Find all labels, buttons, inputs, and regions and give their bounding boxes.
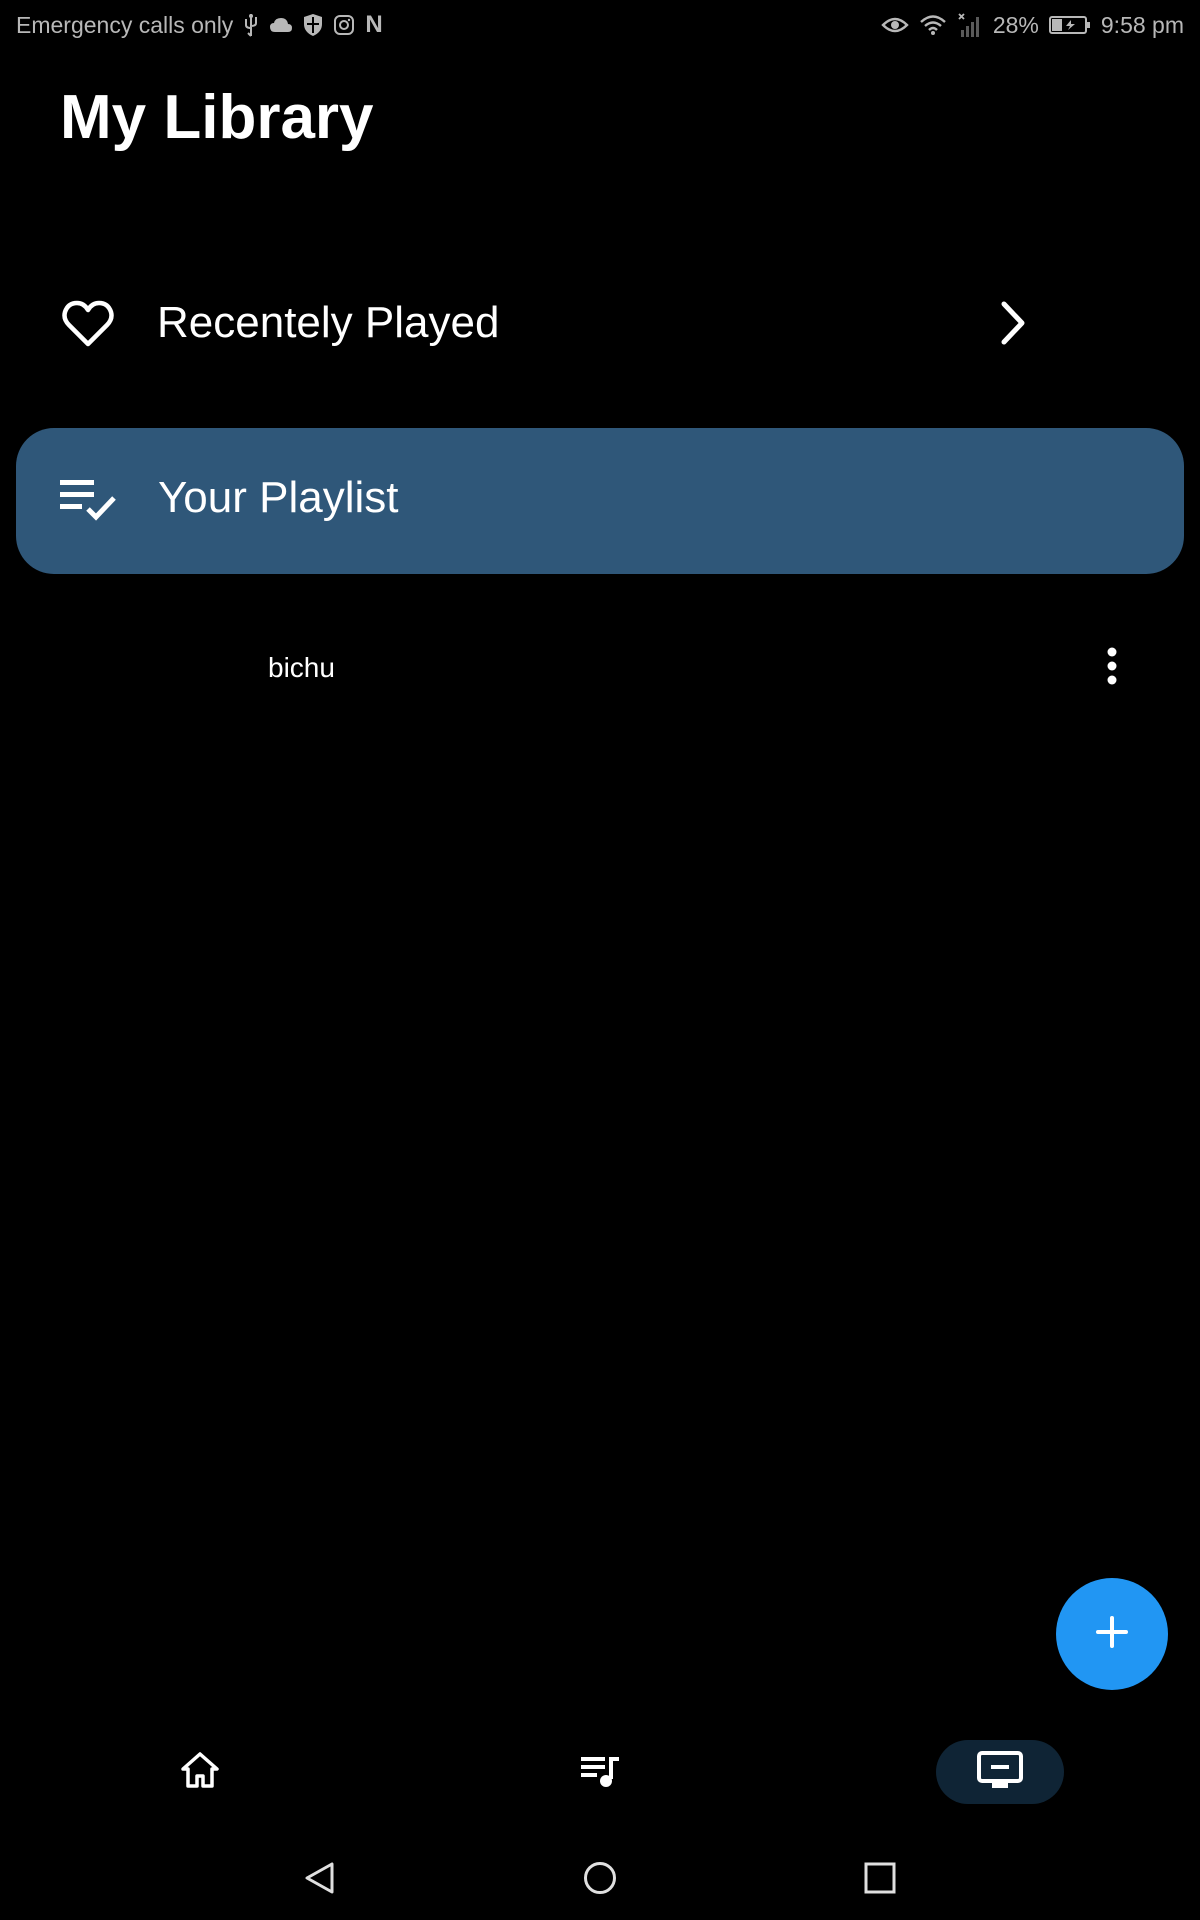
chevron-right-icon [998,300,1028,351]
bottom-navigation [0,1730,1200,1814]
playlist-item[interactable]: bichu [16,620,1184,716]
signal-icon [957,12,983,38]
status-text: Emergency calls only [16,11,234,38]
add-playlist-button[interactable] [1056,1578,1168,1690]
recently-played-row[interactable]: Recentely Played [16,268,1184,384]
clock: 9:58 pm [1100,11,1184,38]
shield-icon [303,13,323,37]
cloud-icon [269,16,293,34]
system-navigation-bar [0,1840,1200,1920]
status-bar: Emergency calls only N 28% 9:58 pm [0,0,1200,50]
instagram-icon [333,14,355,36]
playlist-check-icon [60,478,118,527]
wifi-icon [919,14,947,36]
nav-home[interactable] [150,1740,250,1804]
plus-icon [1095,1615,1129,1654]
system-back-button[interactable] [298,1858,342,1902]
home-circle-icon [582,1860,618,1901]
recently-played-label: Recentely Played [157,298,500,347]
system-recents-button[interactable] [858,1858,902,1902]
playlist-item-label: bichu [268,652,335,683]
battery-icon [1048,15,1091,35]
nav-playlists[interactable] [550,1740,650,1804]
status-right: 28% 9:58 pm [881,12,1184,39]
your-playlist-label: Your Playlist [158,473,399,522]
monitor-icon [976,1750,1024,1795]
status-left: Emergency calls only N [16,11,383,39]
recents-icon [863,1861,897,1900]
eye-icon [881,15,909,35]
netflix-icon: N [365,11,383,38]
battery-percent: 28% [992,11,1039,38]
your-playlist-row[interactable]: Your Playlist [16,428,1184,574]
queue-music-icon [579,1751,621,1794]
back-icon [302,1860,338,1901]
more-vert-icon[interactable] [1104,644,1120,693]
system-home-button[interactable] [578,1858,622,1902]
heart-icon [62,300,114,353]
nav-library[interactable] [936,1740,1064,1804]
home-icon [180,1751,220,1794]
page-title: My Library [60,83,374,152]
usb-icon [243,13,259,37]
